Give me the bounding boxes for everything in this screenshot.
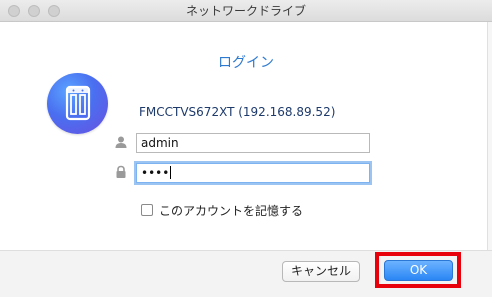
password-input[interactable]: •••• [136, 163, 370, 183]
scrollbar-edge [487, 22, 492, 250]
remember-label: このアカウントを記憶する [159, 203, 304, 218]
username-input[interactable]: admin [136, 133, 370, 153]
nas-device-icon [47, 73, 108, 134]
remember-account-checkbox-row[interactable]: このアカウントを記憶する [141, 202, 303, 218]
user-icon [114, 134, 128, 148]
cancel-button[interactable]: キャンセル [282, 261, 360, 282]
login-dialog-window: ネットワークドライブ ログイン FMCCTVS672XT (192.168.89… [0, 0, 492, 297]
window-title: ネットワークドライブ [185, 4, 306, 18]
password-masked-value: •••• [141, 166, 170, 180]
text-caret [170, 166, 172, 179]
remember-checkbox[interactable] [141, 204, 153, 216]
lock-icon [114, 164, 128, 178]
dialog-heading: ログイン [218, 55, 274, 71]
device-name: FMCCTVS672XT (192.168.89.52) [139, 105, 336, 119]
ok-highlight-box [375, 252, 461, 288]
title-bar: ネットワークドライブ [0, 0, 492, 22]
